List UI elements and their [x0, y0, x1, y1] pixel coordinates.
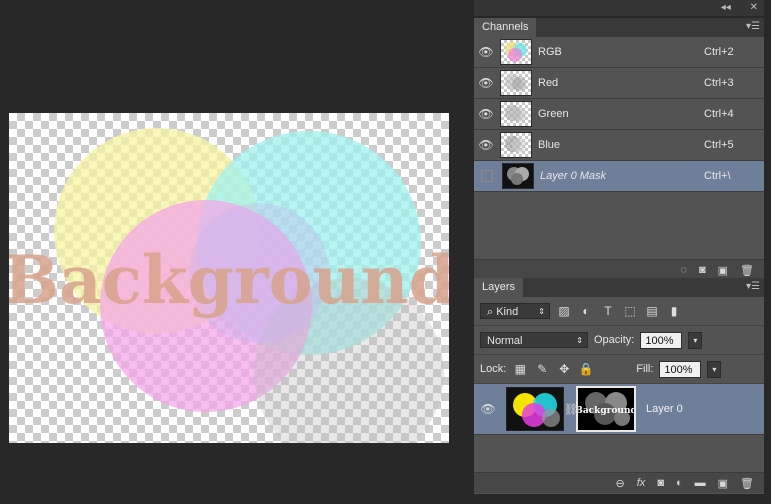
- eye-icon[interactable]: 👁: [474, 107, 498, 121]
- channel-row-blue[interactable]: 👁 Blue Ctrl+5: [474, 130, 764, 161]
- lock-transparency-icon[interactable]: ▦: [512, 362, 528, 376]
- tab-layers[interactable]: Layers: [474, 278, 524, 297]
- channels-empty-area: [474, 192, 764, 259]
- channel-thumbnail: [500, 132, 532, 158]
- channels-tabbar: Channels ▾☰: [474, 18, 764, 37]
- filter-toggle-icon[interactable]: ▮: [666, 304, 682, 318]
- layers-empty-area: [474, 435, 764, 472]
- channel-row-red[interactable]: 👁 Red Ctrl+3: [474, 68, 764, 99]
- opacity-label: Opacity:: [594, 334, 635, 346]
- opacity-slider-button[interactable]: ▾: [688, 331, 703, 349]
- channel-thumbnail: [500, 39, 532, 65]
- close-panel-icon[interactable]: ✕: [750, 2, 758, 13]
- adjustment-layer-icon[interactable]: ◐: [676, 477, 683, 489]
- filter-kind-value: Kind: [496, 306, 519, 318]
- layer-thumbnail: [506, 387, 564, 431]
- eye-icon[interactable]: 👁: [474, 76, 498, 90]
- layers-tabbar: Layers ▾☰: [474, 278, 764, 297]
- search-icon: ⌕: [487, 306, 497, 318]
- channel-row-layer-mask[interactable]: Layer 0 Mask Ctrl+\: [474, 161, 764, 192]
- layer-filter-row: ⌕ Kind ⇕ ▨ ◐ T ⬚ ▤ ▮: [474, 297, 764, 326]
- channel-name: Red: [538, 77, 559, 89]
- eye-icon[interactable]: 👁: [474, 402, 502, 416]
- channel-name: RGB: [538, 46, 562, 58]
- lock-fill-row: Lock: ▦ ✎ ✥ 🔒 Fill: 100% ▾: [474, 355, 764, 384]
- panel-dock-bar: ◂◂ ✕: [474, 0, 764, 16]
- canvas-text: Background: [9, 241, 449, 319]
- mask-thumbnail: [502, 163, 534, 189]
- channel-row-rgb[interactable]: 👁 RGB Ctrl+2: [474, 37, 764, 68]
- folder-icon[interactable]: ▬: [695, 477, 706, 489]
- channel-shortcut: Ctrl+4: [704, 108, 734, 120]
- channel-shortcut: Ctrl+5: [704, 139, 734, 151]
- channel-name: Layer 0 Mask: [540, 170, 607, 182]
- new-layer-icon[interactable]: ▣: [718, 477, 728, 490]
- lock-all-icon[interactable]: 🔒: [578, 362, 594, 376]
- link-icon[interactable]: ⛓: [564, 403, 578, 416]
- canvas-artwork: Background: [9, 128, 449, 443]
- new-channel-icon[interactable]: ▣: [718, 264, 728, 277]
- layers-footer: ⊖ fx ◙ ◐ ▬ ▣ 🗑: [474, 472, 764, 493]
- add-mask-icon[interactable]: ◙: [657, 477, 664, 489]
- smart-object-filter-icon[interactable]: ▤: [644, 304, 660, 318]
- panel-menu-icon[interactable]: ▾☰: [746, 21, 760, 32]
- eye-icon[interactable]: 👁: [474, 45, 498, 59]
- shape-filter-icon[interactable]: ⬚: [622, 304, 638, 318]
- channel-name: Blue: [538, 139, 561, 151]
- channel-row-green[interactable]: 👁 Green Ctrl+4: [474, 99, 764, 130]
- mask-thumbnail-text: Background: [578, 406, 634, 416]
- lock-label: Lock:: [480, 363, 507, 375]
- channels-footer: ◌ ◙ ▣ 🗑: [474, 259, 764, 280]
- lock-pixels-icon[interactable]: ✎: [534, 362, 550, 376]
- blend-opacity-row: Normal ⇕ Opacity: 100% ▾: [474, 326, 764, 355]
- document-canvas[interactable]: Background: [9, 113, 449, 443]
- channel-shortcut: Ctrl+2: [704, 46, 734, 58]
- fill-input[interactable]: 100%: [659, 360, 702, 378]
- layer-name[interactable]: Layer 0: [646, 403, 683, 415]
- adjustment-filter-icon[interactable]: ◐: [578, 304, 594, 318]
- trash-icon[interactable]: 🗑: [740, 477, 754, 490]
- channel-shortcut: Ctrl+\: [704, 170, 731, 182]
- opacity-input[interactable]: 100%: [640, 331, 683, 349]
- type-filter-icon[interactable]: T: [600, 304, 616, 318]
- tab-channels[interactable]: Channels: [474, 18, 537, 37]
- fill-label: Fill:: [636, 363, 654, 375]
- trash-icon[interactable]: 🗑: [740, 264, 754, 277]
- collapse-icon[interactable]: ◂◂: [721, 2, 731, 13]
- eye-icon[interactable]: 👁: [474, 138, 498, 152]
- blend-mode-value: Normal: [487, 335, 523, 347]
- channel-thumbnail: [500, 101, 532, 127]
- fx-icon[interactable]: fx: [637, 477, 646, 489]
- channel-thumbnail: [500, 70, 532, 96]
- panel-menu-icon[interactable]: ▾☰: [746, 281, 760, 292]
- blend-mode-dropdown[interactable]: Normal ⇕: [480, 332, 588, 348]
- save-selection-icon[interactable]: ◙: [699, 264, 706, 276]
- link-layers-icon[interactable]: ⊖: [616, 477, 625, 490]
- image-filter-icon[interactable]: ▨: [556, 304, 572, 318]
- layers-panel: Layers ▾☰ ⌕ Kind ⇕ ▨ ◐ T ⬚ ▤ ▮ Normal ⇕ Op…: [474, 278, 764, 494]
- fill-slider-button[interactable]: ▾: [707, 360, 722, 378]
- channel-name: Green: [538, 108, 569, 120]
- layer-mask-thumbnail[interactable]: Background: [576, 386, 636, 432]
- filter-kind-dropdown[interactable]: ⌕ Kind ⇕: [480, 303, 550, 319]
- visibility-toggle-off[interactable]: [481, 170, 493, 182]
- channels-panel: Channels ▾☰ 👁 RGB Ctrl+2 👁 Red Ctrl+3 👁 …: [474, 18, 764, 280]
- layer-row[interactable]: 👁 ⛓ Background Layer 0: [474, 384, 764, 435]
- lock-position-icon[interactable]: ✥: [556, 362, 572, 376]
- load-selection-icon[interactable]: ◌: [680, 264, 687, 276]
- channel-shortcut: Ctrl+3: [704, 77, 734, 89]
